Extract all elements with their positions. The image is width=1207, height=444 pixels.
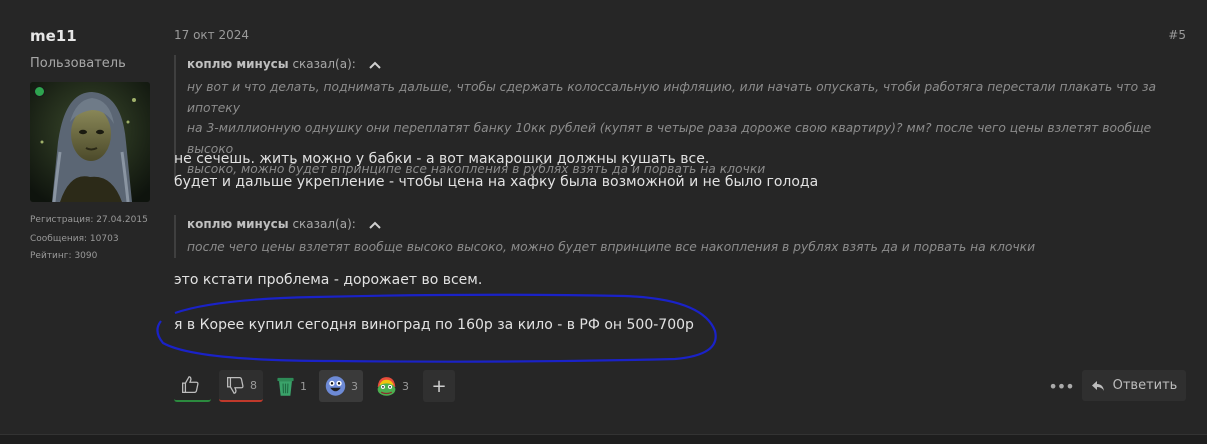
avatar[interactable] [30, 82, 150, 202]
online-indicator [34, 86, 45, 97]
thumbs-down-icon [227, 377, 244, 394]
post-date[interactable]: 17 окт 2024 [174, 28, 249, 42]
forum-post: me11 Пользователь Регистрация: 27.04.201… [0, 0, 1207, 434]
reply-label: Ответить [1112, 378, 1178, 393]
post-text-line: не сечешь. жить можно у бабки - а вот ма… [174, 151, 710, 167]
reaction-count: 8 [250, 378, 257, 392]
quote-line: ну вот и что делать, поднимать дальше, ч… [187, 80, 1157, 115]
add-reaction-button[interactable]: + [423, 370, 455, 402]
quote-said: сказал(а): [292, 57, 356, 71]
user-stat-registration: Регистрация: 27.04.2015 [30, 215, 148, 225]
stat-label: Регистрация: [30, 215, 94, 225]
more-options-button[interactable]: ••• [1048, 372, 1074, 400]
post-text: это кстати проблема - дорожает во всем. [174, 272, 483, 288]
reply-arrow-icon [1091, 380, 1104, 391]
reaction-laugh-button[interactable]: 3 [319, 370, 363, 402]
reaction-count: 1 [300, 379, 307, 393]
post-text-line: будет и дальше укрепление - чтобы цена н… [174, 174, 819, 190]
chevron-up-icon[interactable] [368, 220, 382, 230]
thumbs-up-icon [182, 376, 199, 393]
user-stat-rating: Рейтинг: 3090 [30, 251, 97, 261]
quote-body: после чего цены взлетят вообще высоко вы… [187, 237, 1197, 258]
plus-icon: + [431, 375, 447, 397]
reaction-count: 3 [351, 379, 358, 393]
post-text-highlighted: я в Корее купил сегодня виноград по 160р… [174, 317, 694, 333]
post-text: не сечешь. жить можно у бабки - а вот ма… [174, 148, 818, 194]
quote-header[interactable]: коплю минусы сказал(а): [187, 55, 1197, 73]
quote-header[interactable]: коплю минусы сказал(а): [187, 215, 1197, 233]
reaction-pepe-button[interactable]: 3 [370, 370, 414, 402]
quote-line: после чего цены взлетят вообще высоко вы… [187, 240, 1036, 254]
stat-label: Сообщения: [30, 234, 88, 244]
quote-author[interactable]: коплю минусы [187, 57, 289, 71]
post-number-link[interactable]: #5 [1168, 28, 1186, 42]
chevron-up-icon[interactable] [368, 60, 382, 70]
quote-said: сказал(а): [292, 217, 356, 231]
stat-value: 3090 [74, 251, 98, 261]
reaction-like-button[interactable] [174, 370, 211, 402]
laughing-face-icon [325, 376, 346, 396]
user-title: Пользователь [30, 56, 126, 71]
quote-block: коплю минусы сказал(а): после чего цены … [174, 215, 1197, 258]
avatar-image [30, 82, 150, 202]
trash-can-icon [277, 377, 294, 396]
reply-button[interactable]: Ответить [1082, 370, 1186, 401]
user-stat-messages: Сообщения: 10703 [30, 234, 119, 244]
stat-label: Рейтинг: [30, 251, 72, 261]
stat-value: 27.04.2015 [96, 215, 148, 225]
more-dots-icon: ••• [1048, 376, 1074, 396]
rainbow-frog-icon [377, 377, 396, 396]
username[interactable]: me11 [30, 27, 77, 45]
quote-author[interactable]: коплю минусы [187, 217, 289, 231]
reaction-trash-button[interactable]: 1 [270, 370, 312, 402]
reaction-dislike-button[interactable]: 8 [219, 370, 263, 402]
stat-value: 10703 [89, 234, 119, 244]
reaction-count: 3 [402, 379, 409, 393]
